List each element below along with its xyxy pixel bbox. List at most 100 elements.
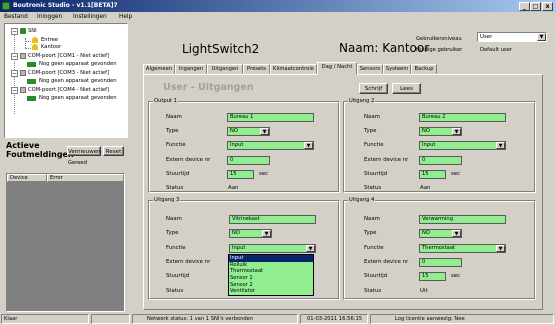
tab-presets[interactable]: Presets bbox=[243, 64, 270, 74]
stuurtijd-input[interactable]: 15 bbox=[227, 170, 254, 179]
column-device[interactable]: Device bbox=[7, 174, 47, 182]
refresh-button[interactable]: Vernieuwen bbox=[67, 146, 101, 156]
group-title: Uitgang 3 bbox=[153, 197, 181, 204]
section-title: User - Uitgangen bbox=[163, 82, 254, 93]
option-input[interactable]: Input bbox=[229, 255, 313, 262]
write-button[interactable]: Schrijf bbox=[359, 83, 388, 94]
menu-inloggen[interactable]: Inloggen bbox=[37, 12, 62, 23]
tab-sensors[interactable]: Sensors bbox=[357, 64, 383, 74]
read-button[interactable]: Lees bbox=[392, 83, 421, 94]
label-naam: Naam bbox=[364, 114, 380, 120]
option-sensor-2[interactable]: Sensor 2 bbox=[229, 282, 313, 289]
menu-bestand[interactable]: Bestand bbox=[4, 12, 28, 23]
device-tree[interactable]: − SNI Entree Kantoor − COM-poort [COM1 -… bbox=[4, 23, 128, 138]
tab-backup[interactable]: Backup bbox=[411, 64, 437, 74]
close-button[interactable]: x bbox=[542, 2, 553, 11]
label-stuurtijd: Stuurtijd bbox=[364, 273, 388, 279]
tab-uitgangen[interactable]: Uitgangen bbox=[207, 64, 243, 74]
tree-item-kantoor[interactable]: Kantoor bbox=[41, 44, 61, 50]
functie-select[interactable]: Input ▼ bbox=[229, 244, 316, 253]
network-icon bbox=[20, 28, 26, 34]
chevron-down-icon[interactable]: ▼ bbox=[304, 142, 313, 149]
expander-com3[interactable]: − bbox=[11, 70, 18, 77]
group-title: Output 1 bbox=[153, 98, 178, 105]
naam-input[interactable]: Bureau 2 bbox=[419, 113, 506, 122]
column-error[interactable]: Error bbox=[47, 174, 124, 182]
alerts-table[interactable]: Device Error bbox=[6, 173, 125, 312]
chevron-down-icon[interactable]: ▼ bbox=[496, 245, 505, 252]
reset-button[interactable]: Reset bbox=[103, 146, 124, 156]
type-select[interactable]: NO ▼ bbox=[229, 229, 272, 238]
tab-dag-nacht[interactable]: Dag / Nacht bbox=[317, 62, 357, 75]
device-icon bbox=[27, 79, 36, 84]
device-icon bbox=[27, 62, 36, 67]
chevron-down-icon[interactable]: ▼ bbox=[452, 128, 461, 135]
port-icon bbox=[20, 70, 26, 76]
user-level-select[interactable]: User ▼ bbox=[477, 32, 547, 42]
tab-klimaatcontrole[interactable]: Klimaatcontrole bbox=[270, 64, 317, 74]
menu-help[interactable]: Help bbox=[119, 12, 132, 23]
status-value: Aan bbox=[420, 185, 431, 191]
type-select[interactable]: NO ▼ bbox=[419, 229, 462, 238]
maximize-button[interactable]: □ bbox=[530, 2, 541, 11]
option-thermostaat[interactable]: Thermostaat bbox=[229, 268, 313, 275]
functie-select[interactable]: Input ▼ bbox=[227, 141, 314, 150]
tree-item-com4[interactable]: COM-poort [COM4 - Niet actief] bbox=[28, 87, 109, 93]
label-naam: Naam bbox=[166, 114, 182, 120]
chevron-down-icon[interactable]: ▼ bbox=[260, 128, 269, 135]
functie-dropdown-list[interactable]: Input Rolluik Thermostaat Sensor 1 Senso… bbox=[228, 254, 314, 296]
label-extern: Extern device nr bbox=[166, 259, 211, 265]
option-sensor-1[interactable]: Sensor 1 bbox=[229, 275, 313, 282]
extern-input[interactable]: 0 bbox=[227, 156, 270, 165]
lamp-icon bbox=[32, 44, 38, 50]
tree-item-sni[interactable]: SNI bbox=[28, 28, 37, 34]
tree-item-no-device-2[interactable]: Nog geen apparaat gevonden bbox=[39, 78, 117, 84]
group-title: Uitgang 2 bbox=[348, 98, 376, 105]
extern-input[interactable]: 0 bbox=[419, 258, 462, 267]
stuurtijd-input[interactable]: 15 bbox=[419, 272, 446, 281]
app-icon bbox=[2, 2, 10, 10]
chevron-down-icon[interactable]: ▼ bbox=[452, 230, 461, 237]
label-extern: Extern device nr bbox=[166, 157, 211, 163]
output-group-2: Uitgang 2 Naam Bureau 2 Type NO ▼ Functie… bbox=[343, 98, 536, 193]
option-ventilator[interactable]: Ventilator bbox=[229, 288, 313, 295]
status-license: Log licentie aanwezig: Nee bbox=[370, 314, 554, 324]
minimize-button[interactable]: _ bbox=[519, 2, 530, 11]
alerts-status: Gereed bbox=[68, 160, 87, 166]
device-title: LightSwitch2 bbox=[182, 42, 260, 56]
functie-select[interactable]: Thermostaat ▼ bbox=[419, 244, 506, 253]
extern-input[interactable]: 0 bbox=[419, 156, 462, 165]
output-group-1: Output 1 Naam Bureau 1 Type NO ▼ Functie … bbox=[148, 98, 340, 193]
expander-com4[interactable]: − bbox=[11, 87, 18, 94]
menu-instellingen[interactable]: Instellingen bbox=[73, 12, 107, 23]
tab-systeem[interactable]: Systeem bbox=[383, 64, 411, 74]
type-select[interactable]: NO ▼ bbox=[227, 127, 270, 136]
expander-sni[interactable]: − bbox=[11, 28, 18, 35]
chevron-down-icon[interactable]: ▼ bbox=[537, 33, 546, 41]
tree-item-com1[interactable]: COM-poort [COM1 - Niet actief] bbox=[28, 53, 109, 59]
functie-select[interactable]: Input ▼ bbox=[419, 141, 506, 150]
chevron-down-icon[interactable]: ▼ bbox=[496, 142, 505, 149]
chevron-down-icon[interactable]: ▼ bbox=[306, 245, 315, 252]
label-functie: Functie bbox=[166, 142, 186, 148]
label-extern: Extern device nr bbox=[364, 157, 409, 163]
stuurtijd-input[interactable]: 15 bbox=[419, 170, 446, 179]
label-stuurtijd: Stuurtijd bbox=[364, 171, 388, 177]
naam-input[interactable]: Verwarming bbox=[419, 215, 506, 224]
type-select[interactable]: NO ▼ bbox=[419, 127, 462, 136]
naam-input[interactable]: Bureau 1 bbox=[227, 113, 314, 122]
tab-ingangen[interactable]: Ingangen bbox=[175, 64, 207, 74]
label-type: Type bbox=[166, 128, 179, 134]
option-rolluik[interactable]: Rolluik bbox=[229, 262, 313, 269]
port-icon bbox=[20, 53, 26, 59]
label-functie: Functie bbox=[364, 245, 384, 251]
lamp-icon bbox=[32, 37, 38, 43]
tree-item-no-device-1[interactable]: Nog geen apparaat gevonden bbox=[39, 61, 117, 67]
tab-algemeen[interactable]: Algemeen bbox=[143, 64, 175, 74]
chevron-down-icon[interactable]: ▼ bbox=[262, 230, 271, 237]
naam-input[interactable]: Vitrinekast bbox=[229, 215, 316, 224]
expander-com1[interactable]: − bbox=[11, 53, 18, 60]
tree-item-entree[interactable]: Entree bbox=[41, 37, 58, 43]
tree-item-no-device-3[interactable]: Nog geen apparaat gevonden bbox=[39, 95, 117, 101]
tree-item-com3[interactable]: COM-poort [COM3 - Niet actief] bbox=[28, 70, 109, 76]
